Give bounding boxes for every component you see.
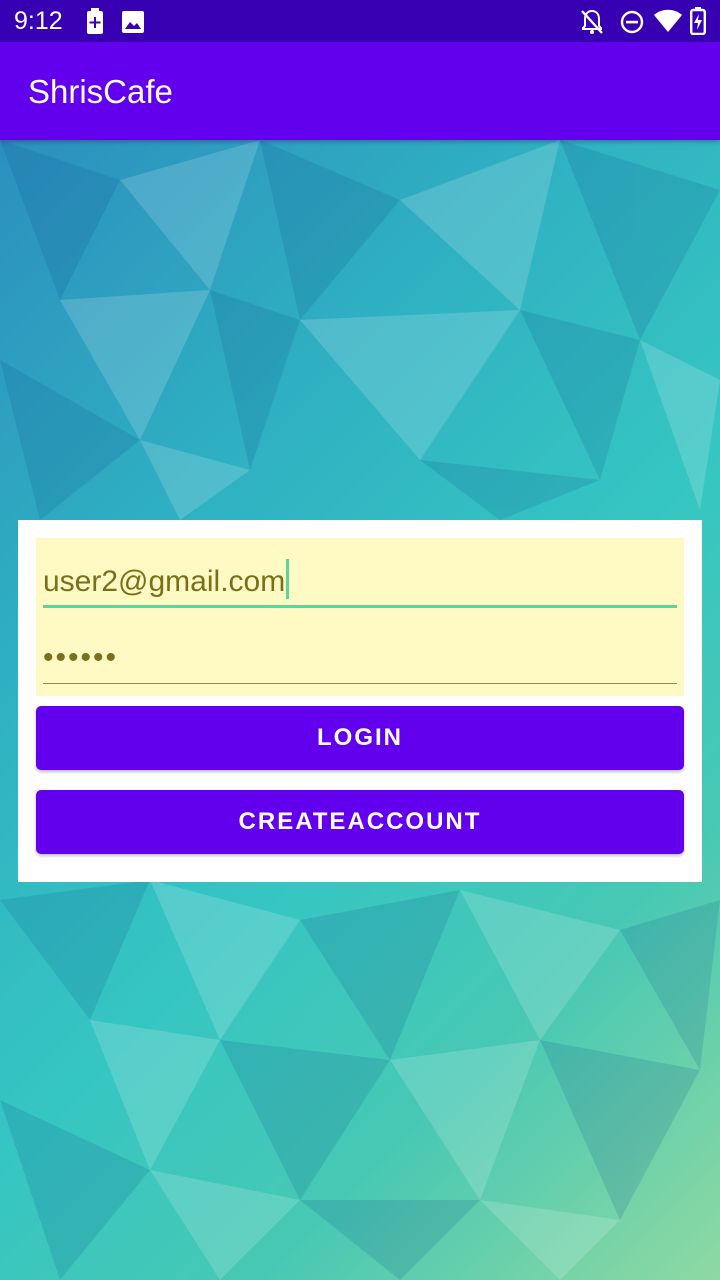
email-underline	[43, 605, 677, 608]
app-bar: ShrisCafe	[0, 42, 720, 140]
email-field[interactable]: user2@gmail.com	[43, 552, 677, 608]
email-value-wrapper: user2@gmail.com	[43, 559, 290, 600]
create-account-button[interactable]: CREATEACCOUNT	[36, 790, 684, 854]
email-value: user2@gmail.com	[43, 565, 286, 598]
password-field[interactable]: ••••••	[43, 628, 677, 684]
input-fields-container: user2@gmail.com ••••••	[36, 538, 684, 696]
do-not-disturb-icon	[620, 10, 644, 39]
login-button[interactable]: LOGIN	[36, 706, 684, 770]
password-underline	[43, 683, 677, 684]
text-cursor	[286, 559, 290, 599]
status-time: 9:12	[14, 7, 63, 35]
image-icon	[122, 11, 144, 38]
password-value: ••••••	[43, 641, 119, 674]
app-title: ShrisCafe	[28, 73, 173, 110]
battery-charging-icon	[690, 7, 707, 40]
notifications-off-icon	[580, 9, 604, 40]
login-screen: 9:12 ShrisCafe user2@gmail.com •••••• LO…	[0, 0, 720, 1280]
battery-saver-plus-icon	[86, 8, 104, 39]
login-card: user2@gmail.com •••••• LOGIN CREATEACCOU…	[18, 520, 702, 882]
status-bar: 9:12	[0, 0, 720, 42]
wifi-icon	[653, 9, 683, 38]
